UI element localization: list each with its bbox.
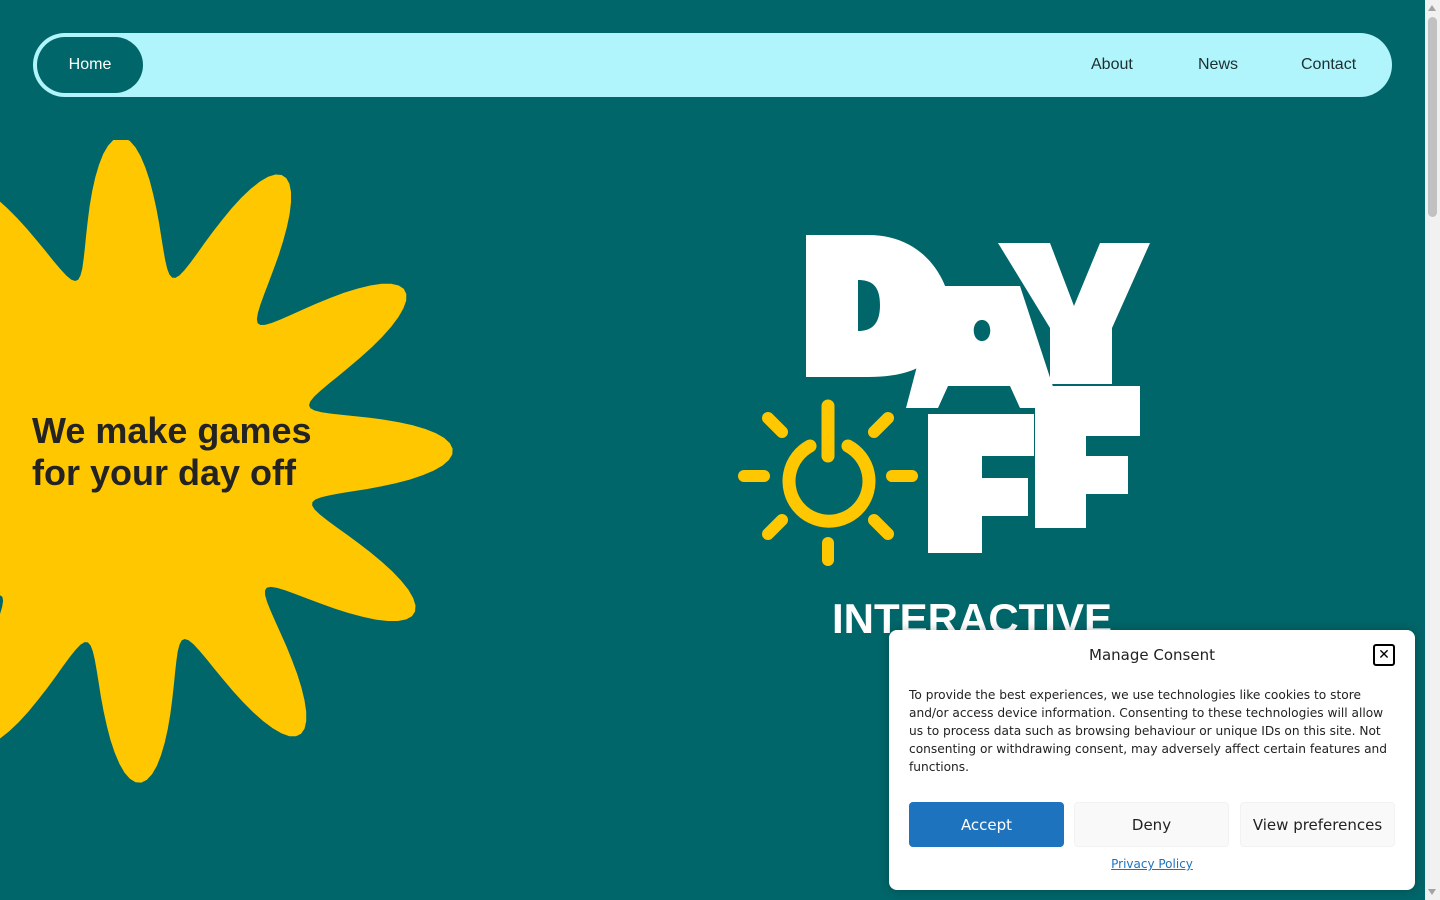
scroll-thumb[interactable] [1428, 17, 1437, 217]
scroll-down-arrow-icon[interactable] [1428, 889, 1436, 895]
close-icon[interactable]: ✕ [1373, 644, 1395, 666]
consent-title: Manage Consent [1089, 646, 1215, 664]
view-preferences-button[interactable]: View preferences [1240, 802, 1395, 847]
nav-home-link[interactable]: Home [37, 37, 143, 93]
accept-button[interactable]: Accept [909, 802, 1064, 847]
hero-tagline: We make games for your day off [32, 410, 312, 493]
page-scrollbar[interactable] [1425, 0, 1440, 900]
deny-button[interactable]: Deny [1074, 802, 1229, 847]
main-navbar: Home About News Contact [33, 33, 1392, 97]
consent-body-text: To provide the best experiences, we use … [909, 688, 1388, 774]
nav-contact-link[interactable]: Contact [1301, 33, 1356, 97]
day-off-logo: INTERACTIVE [738, 235, 1150, 642]
scroll-up-arrow-icon[interactable] [1428, 5, 1436, 11]
privacy-policy-link[interactable]: Privacy Policy [889, 857, 1415, 871]
nav-news-link[interactable]: News [1198, 33, 1238, 97]
nav-about-link[interactable]: About [1091, 33, 1133, 97]
sun-power-icon [738, 399, 918, 566]
consent-dialog: Manage Consent ✕ To provide the best exp… [889, 630, 1415, 890]
